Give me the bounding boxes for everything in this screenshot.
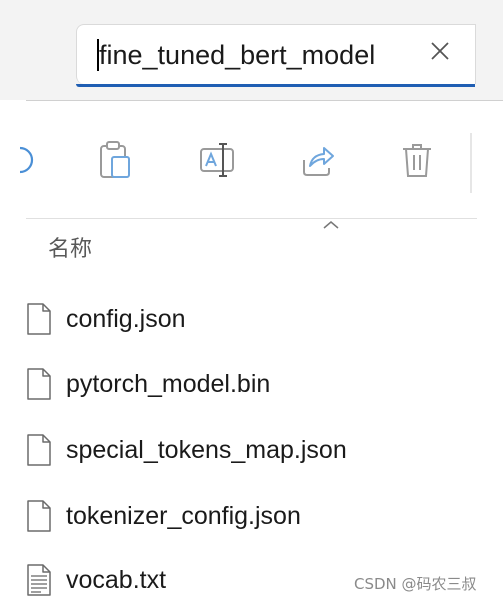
paste-icon <box>100 141 130 178</box>
file-row-special-tokens-map-json[interactable]: special_tokens_map.json <box>20 427 480 473</box>
share-icon <box>303 147 334 176</box>
paste-button[interactable] <box>98 140 134 180</box>
file-name: config.json <box>66 305 186 333</box>
share-button[interactable] <box>300 140 336 180</box>
text-file-icon <box>27 564 51 596</box>
file-row-config-json[interactable]: config.json <box>20 296 480 342</box>
watermark: CSDN @码农三叔 <box>354 575 477 593</box>
divider <box>26 218 477 219</box>
cut-icon <box>19 146 34 174</box>
file-icon <box>27 303 51 335</box>
close-icon <box>431 42 449 60</box>
file-name: pytorch_model.bin <box>66 370 271 398</box>
file-explorer-window: fine_tuned_bert_model 名称 config.json pyt… <box>0 0 503 603</box>
rename-icon <box>200 143 234 177</box>
rename-button[interactable] <box>199 140 235 180</box>
delete-icon <box>403 144 431 177</box>
delete-button[interactable] <box>400 140 436 180</box>
name-column-header[interactable]: 名称 <box>48 236 92 264</box>
input-focus-underline <box>76 84 475 87</box>
file-row-tokenizer-config-json[interactable]: tokenizer_config.json <box>20 493 480 539</box>
rename-input-value[interactable]: fine_tuned_bert_model <box>99 39 375 71</box>
cut-button[interactable] <box>10 140 34 180</box>
file-name: tokenizer_config.json <box>66 502 301 530</box>
file-name: special_tokens_map.json <box>66 436 347 464</box>
file-icon <box>27 434 51 466</box>
rename-input[interactable]: fine_tuned_bert_model <box>76 24 476 87</box>
file-icon <box>27 368 51 400</box>
sort-ascending-icon <box>323 221 339 229</box>
divider <box>26 100 503 101</box>
file-icon <box>27 500 51 532</box>
clear-button[interactable] <box>426 37 454 65</box>
toolbar-separator <box>470 133 472 193</box>
file-name: vocab.txt <box>66 566 167 594</box>
file-row-pytorch-model-bin[interactable]: pytorch_model.bin <box>20 361 480 407</box>
